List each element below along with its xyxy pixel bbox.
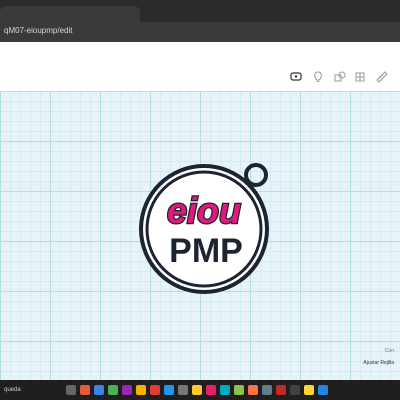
- taskbar-app-icon[interactable]: [136, 385, 146, 395]
- taskbar-app-icon[interactable]: [122, 385, 132, 395]
- taskbar-app-icon[interactable]: [80, 385, 90, 395]
- workplane-grid[interactable]: eiou PMP Con Ajustar Rejilla: [0, 91, 400, 380]
- taskbar-app-icon[interactable]: [276, 385, 286, 395]
- light-icon[interactable]: [311, 70, 325, 84]
- taskbar-app-icon[interactable]: [94, 385, 104, 395]
- taskbar-app-icon[interactable]: [304, 385, 314, 395]
- taskbar-app-icon[interactable]: [234, 385, 244, 395]
- shapes-icon[interactable]: [333, 70, 347, 84]
- keychain-top-text: eiou: [167, 190, 241, 231]
- taskbar-app-icon[interactable]: [66, 385, 76, 395]
- taskbar-app-icon[interactable]: [290, 385, 300, 395]
- keychain-model[interactable]: eiou PMP: [0, 91, 400, 380]
- view-label-small: Con: [384, 348, 394, 354]
- taskbar-app-icon[interactable]: [262, 385, 272, 395]
- taskbar-search-label[interactable]: queda: [0, 384, 64, 396]
- browser-tab-bar: [0, 0, 400, 22]
- browser-tab[interactable]: [0, 6, 140, 22]
- snap-grid-label[interactable]: Ajustar Rejilla: [363, 360, 394, 366]
- taskbar-app-icon[interactable]: [150, 385, 160, 395]
- taskbar-app-icon[interactable]: [164, 385, 174, 395]
- browser-address-bar[interactable]: qM07-eioupmp/edit: [0, 22, 400, 42]
- taskbar-app-icon[interactable]: [318, 385, 328, 395]
- taskbar-app-icon[interactable]: [192, 385, 202, 395]
- os-taskbar: queda: [0, 380, 400, 400]
- annotate-icon[interactable]: [289, 70, 303, 84]
- ruler-icon[interactable]: [375, 70, 389, 84]
- grid-icon[interactable]: [353, 70, 367, 84]
- taskbar-app-icon[interactable]: [220, 385, 230, 395]
- taskbar-app-icon[interactable]: [108, 385, 118, 395]
- url-text[interactable]: qM07-eioupmp/edit: [4, 26, 72, 35]
- keyring-loop: [244, 163, 268, 187]
- browser-bookmark-strip: [0, 42, 400, 65]
- taskbar-app-icon[interactable]: [248, 385, 258, 395]
- taskbar-app-icon[interactable]: [206, 385, 216, 395]
- keychain-bottom-text: PMP: [169, 232, 243, 270]
- app-toolbar: [0, 64, 400, 92]
- taskbar-app-icon[interactable]: [178, 385, 188, 395]
